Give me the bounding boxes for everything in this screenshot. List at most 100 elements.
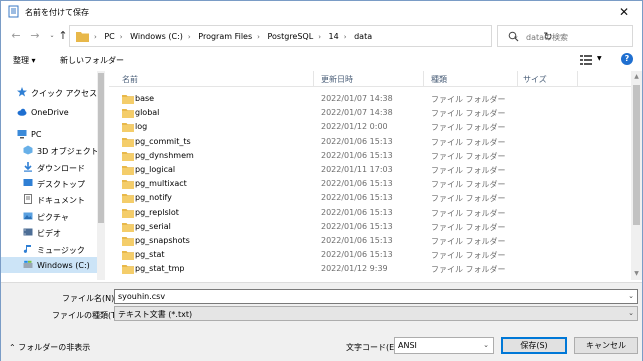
file-type: ファイル フォルダー: [431, 151, 506, 161]
search-placeholder: dataの検索: [526, 33, 569, 42]
search-icon: [508, 31, 519, 42]
column-divider[interactable]: [313, 71, 314, 87]
filetype-value: テキスト文書 (*.txt): [118, 310, 193, 319]
new-folder-button[interactable]: 新しいフォルダー: [60, 55, 124, 66]
column-type[interactable]: 種類: [431, 74, 447, 85]
nav-item[interactable]: クイック アクセス: [1, 84, 97, 100]
organize-button[interactable]: 整理 ▾: [13, 55, 36, 66]
nav-scroll-thumb[interactable]: [98, 73, 104, 223]
table-row[interactable]: pg_multixact 2022/01/06 15:13 ファイル フォルダー: [109, 177, 631, 191]
folder-icon: [122, 151, 134, 161]
nav-item[interactable]: ドキュメント: [1, 191, 97, 207]
table-row[interactable]: base 2022/01/07 14:38 ファイル フォルダー: [109, 92, 631, 106]
file-date: 2022/01/06 15:13: [321, 193, 393, 203]
folder-icon: [76, 32, 89, 42]
table-row[interactable]: global 2022/01/07 14:38 ファイル フォルダー: [109, 106, 631, 120]
nav-item[interactable]: デスクトップ: [1, 175, 97, 191]
back-arrow-icon[interactable]: ←: [9, 29, 23, 43]
column-divider[interactable]: [423, 71, 424, 87]
nav-item[interactable]: ミュージック: [1, 241, 97, 257]
table-row[interactable]: pg_snapshots 2022/01/06 15:13 ファイル フォルダー: [109, 234, 631, 248]
scroll-up-icon[interactable]: ▲: [633, 73, 640, 81]
table-row[interactable]: pg_replslot 2022/01/06 15:13 ファイル フォルダー: [109, 206, 631, 220]
chevron-down-icon[interactable]: ▼: [597, 55, 602, 62]
table-row[interactable]: pg_dynshmem 2022/01/06 15:13 ファイル フォルダー: [109, 149, 631, 163]
folder-icon: [122, 222, 134, 232]
encoding-select[interactable]: ANSI ⌄: [394, 337, 494, 354]
chevron-right-icon[interactable]: ›: [257, 33, 260, 41]
list-scrollbar[interactable]: ▲ ▼: [631, 71, 642, 280]
folder-icon: [122, 180, 134, 190]
address-bar[interactable]: › PC › Windows (C:) › Program Files › Postg…: [69, 25, 553, 47]
nav-item[interactable]: 3D オブジェクト: [1, 142, 99, 158]
scroll-down-icon[interactable]: ▼: [633, 270, 640, 278]
file-date: 2022/01/06 15:13: [321, 136, 393, 146]
file-type: ファイル フォルダー: [431, 137, 506, 147]
file-name: pg_stat: [135, 250, 165, 260]
column-divider[interactable]: [517, 71, 518, 87]
chevron-right-icon[interactable]: ›: [318, 33, 321, 41]
folder-icon: [122, 237, 134, 246]
column-divider[interactable]: [577, 71, 578, 87]
chevron-down-icon[interactable]: ⌄: [483, 341, 489, 349]
nav-item[interactable]: PC: [1, 126, 97, 142]
table-row[interactable]: log 2022/01/12 0:00 ファイル フォルダー: [109, 120, 631, 134]
column-date[interactable]: 更新日時: [321, 74, 353, 85]
folder-icon: [122, 208, 134, 218]
save-as-dialog: 名前を付けて保存 ✕ ← → ⌄ ↑ › PC › Windows (C:) › P…: [0, 0, 643, 361]
help-icon[interactable]: ?: [621, 53, 633, 65]
nav-item[interactable]: OneDrive: [1, 104, 97, 120]
filename-input[interactable]: syouhin.csv ⌄: [114, 289, 638, 304]
table-row[interactable]: pg_serial 2022/01/06 15:13 ファイル フォルダー: [109, 220, 631, 234]
column-name[interactable]: 名前: [122, 74, 138, 85]
table-row[interactable]: pg_notify 2022/01/06 15:13 ファイル フォルダー: [109, 191, 631, 205]
picture-icon: [23, 211, 33, 221]
table-row[interactable]: pg_logical 2022/01/11 17:03 ファイル フォルダー: [109, 163, 631, 177]
chevron-right-icon[interactable]: ›: [188, 33, 191, 41]
chevron-down-icon[interactable]: ⌄: [628, 292, 634, 300]
nav-item[interactable]: ビデオ: [1, 224, 97, 240]
save-button[interactable]: 保存(S): [501, 337, 567, 354]
breadcrumb-item[interactable]: data: [354, 32, 372, 41]
hide-folders-toggle[interactable]: ⌃ フォルダーの非表示: [9, 342, 90, 353]
encoding-value: ANSI: [398, 341, 417, 350]
cloud-icon: [17, 107, 27, 117]
column-size[interactable]: サイズ: [523, 74, 547, 85]
close-button[interactable]: ✕: [616, 4, 632, 20]
nav-scrollbar[interactable]: [97, 71, 105, 280]
cancel-button[interactable]: キャンセル: [574, 337, 638, 354]
up-arrow-icon[interactable]: ↑: [56, 29, 70, 43]
file-name: pg_replslot: [135, 207, 179, 217]
file-type: ファイル フォルダー: [431, 109, 506, 119]
file-name: pg_snapshots: [135, 236, 190, 245]
breadcrumb-item[interactable]: PostgreSQL: [268, 32, 314, 41]
folder-icon: [122, 251, 134, 261]
nav-item[interactable]: ピクチャ: [1, 208, 97, 224]
chevron-right-icon[interactable]: ›: [120, 33, 123, 41]
table-row[interactable]: pg_stat_tmp 2022/01/12 9:39 ファイル フォルダー: [109, 262, 631, 276]
nav-item-label: デスクトップ: [37, 180, 85, 189]
breadcrumb-item[interactable]: Windows (C:): [130, 32, 183, 41]
encoding-label: 文字コード(E):: [346, 343, 400, 352]
list-scroll-thumb[interactable]: [633, 85, 640, 225]
file-name: pg_multixact: [135, 179, 187, 189]
table-row[interactable]: pg_stat 2022/01/06 15:13 ファイル フォルダー: [109, 248, 631, 262]
chevron-down-icon[interactable]: ⌄: [628, 309, 634, 317]
chevron-right-icon[interactable]: ›: [344, 33, 347, 41]
search-box[interactable]: dataの検索: [497, 25, 633, 47]
navigation-pane: クイック アクセス OneDrive PC 3D オブジェクトダウンロードデスクトップ…: [1, 71, 106, 280]
filename-value[interactable]: syouhin.csv: [118, 292, 165, 301]
nav-item-label: ピクチャ: [37, 213, 69, 222]
file-type: ファイル フォルダー: [431, 251, 506, 261]
breadcrumb-item[interactable]: Program Files: [198, 32, 252, 41]
view-options-icon[interactable]: [580, 54, 592, 65]
table-row[interactable]: pg_commit_ts 2022/01/06 15:13 ファイル フォルダー: [109, 135, 631, 149]
forward-arrow-icon[interactable]: →: [28, 29, 42, 43]
nav-item[interactable]: Windows (C:): [1, 257, 97, 273]
filetype-select[interactable]: テキスト文書 (*.txt) ⌄: [114, 306, 638, 321]
nav-item[interactable]: ダウンロード: [1, 159, 97, 175]
breadcrumb-item[interactable]: PC: [104, 32, 114, 41]
breadcrumb-item[interactable]: 14: [329, 32, 339, 41]
folder-icon: [122, 166, 134, 175]
nav-item-label: 3D オブジェクト: [37, 147, 99, 156]
